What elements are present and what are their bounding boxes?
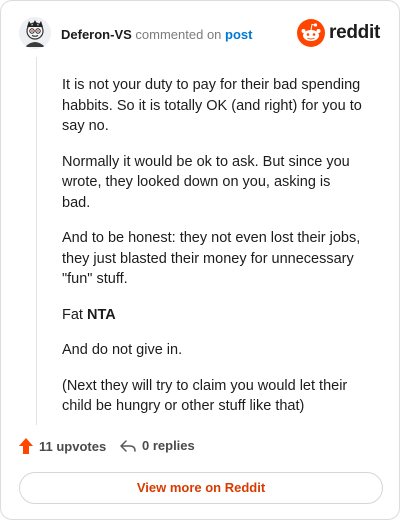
comment-verdict-paragraph: Fat NTA (62, 305, 362, 326)
comment-paragraph: (Next they will try to claim you would l… (62, 377, 348, 415)
reddit-wordmark: reddit (329, 22, 380, 43)
reply-arrow-icon (120, 439, 136, 452)
username-link[interactable]: Deferon-VS (61, 27, 132, 42)
thread-line (36, 57, 37, 425)
comment-paragraph: And to be honest: they not even lost the… (62, 230, 361, 287)
action-text: commented on (135, 27, 222, 42)
comment-paragraph: It is not your duty to pay for their bad… (62, 77, 362, 134)
replies-button[interactable]: 0 replies (120, 438, 195, 453)
comment-paragraph: And do not give in. (62, 342, 183, 358)
comment-embed-card: Deferon-VS commented on post reddit It i… (0, 0, 400, 520)
upvote-count: 11 upvotes (39, 438, 107, 454)
comment-meta: Deferon-VS commented on post (61, 27, 253, 42)
comment-header: Deferon-VS commented on post reddit (19, 17, 385, 51)
comment-paragraph: Normally it would be ok to ask. But sinc… (62, 153, 350, 211)
comment-body: It is not your duty to pay for their bad… (62, 75, 362, 432)
reddit-snoo-icon (297, 19, 325, 47)
reddit-brand[interactable]: reddit (297, 19, 385, 47)
view-more-button[interactable]: View more on Reddit (19, 472, 383, 504)
reply-count: 0 replies (142, 438, 195, 453)
verdict-text: NTA (86, 306, 116, 323)
avatar-image (19, 17, 51, 49)
comment-footer: 11 upvotes 0 replies (19, 438, 389, 458)
upvote-arrow-icon (19, 438, 33, 454)
upvote-button[interactable]: 11 upvotes (19, 438, 106, 454)
post-link[interactable]: post (225, 27, 252, 42)
user-avatar[interactable] (19, 17, 51, 49)
verdict-prefix: Fat (62, 306, 83, 323)
